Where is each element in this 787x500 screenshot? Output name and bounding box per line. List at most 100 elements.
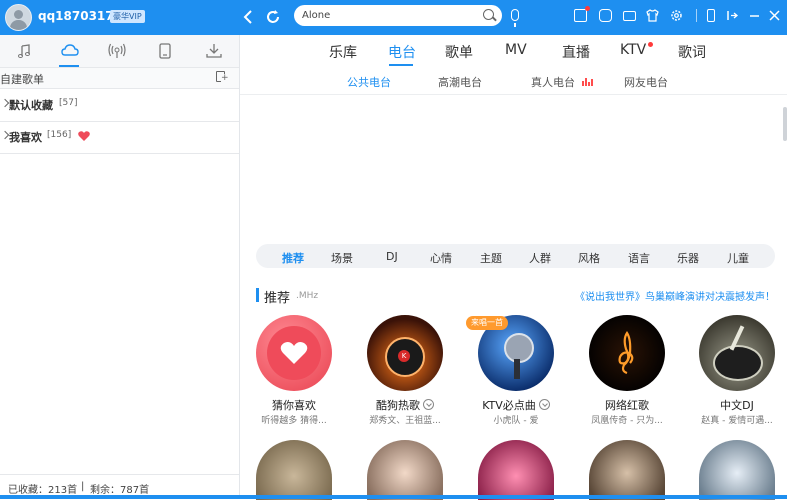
vip-badge[interactable]: 豪华VIP xyxy=(110,10,145,23)
user-avatar[interactable] xyxy=(5,4,32,31)
tab-device[interactable] xyxy=(141,35,189,67)
category-dj[interactable]: DJ xyxy=(386,250,398,263)
tab-radio[interactable] xyxy=(92,35,140,67)
tab-download[interactable] xyxy=(190,35,238,67)
category-kids[interactable]: 儿童 xyxy=(727,250,749,266)
card-title[interactable]: 猜你喜欢 xyxy=(240,397,348,413)
radio-card-web-hits[interactable]: 网络红歌 凤凰传奇 - 只为... xyxy=(577,315,667,427)
card-subtitle: 凤凰传奇 - 只为... xyxy=(591,416,663,426)
radio-card-chinese-dj[interactable]: 中文DJ 赵真 - 爱情可遇... xyxy=(687,315,777,427)
section-subtitle: .MHz xyxy=(296,291,319,301)
tab-live[interactable]: 直播 xyxy=(562,42,590,62)
card-cover[interactable] xyxy=(256,315,332,391)
card-subtitle: 小虎队 - 爱 xyxy=(493,416,539,426)
tab-radio-station[interactable]: 电台 xyxy=(388,42,416,62)
tab-ktv[interactable]: KTV xyxy=(620,42,646,58)
playlist-name: 我喜欢 xyxy=(9,131,42,144)
tab-playlists[interactable]: 歌单 xyxy=(445,42,473,62)
remaining-count: 剩余：787首 xyxy=(90,485,150,496)
promo-link[interactable]: 《说出我世界》鸟巢巅峰演讲对决震撼发声！ xyxy=(575,288,775,303)
treble-clef-icon xyxy=(618,331,634,375)
card-title[interactable]: 酷狗热歌 xyxy=(351,397,459,413)
titlebar-separator xyxy=(696,9,697,22)
radio-card-guess-you-like[interactable]: 猜你喜欢 听得越多 猜得... xyxy=(244,315,334,427)
tab-lyrics[interactable]: 歌词 xyxy=(678,42,706,62)
search-box[interactable] xyxy=(294,5,502,26)
apps-grid-icon[interactable] xyxy=(574,9,587,22)
subtab-public-radio[interactable]: 公共电台 xyxy=(347,74,391,90)
card-title[interactable]: 中文DJ xyxy=(683,397,787,413)
category-crowd[interactable]: 人群 xyxy=(529,250,551,266)
status-separator: | xyxy=(81,481,85,492)
category-language[interactable]: 语言 xyxy=(628,250,650,266)
window-bottom-edge xyxy=(0,495,787,499)
main-nav: 乐库 电台 歌单 MV 直播 KTV 歌词 xyxy=(240,35,787,67)
radio-card-cover-portrait[interactable] xyxy=(367,440,443,500)
settings-gear-icon[interactable] xyxy=(670,9,683,22)
radio-card-kugou-hot[interactable]: K 酷狗热歌 郑秀文、王祖蓝... xyxy=(355,315,445,427)
download-circle-icon[interactable] xyxy=(423,399,434,410)
subtab-user-radio[interactable]: 网友电台 xyxy=(624,74,668,90)
radio-subnav: 公共电台 高潮电台 真人电台 网友电台 xyxy=(240,68,787,95)
card-title[interactable]: 网络红歌 xyxy=(573,397,681,413)
category-scene[interactable]: 场景 xyxy=(331,250,353,266)
category-style[interactable]: 风格 xyxy=(578,250,600,266)
tab-music-note[interactable] xyxy=(0,35,48,67)
category-tabs: 推荐 场景 DJ 心情 主题 人群 风格 语言 乐器 儿童 xyxy=(256,244,775,268)
card-cover[interactable] xyxy=(699,315,775,391)
category-theme[interactable]: 主题 xyxy=(480,250,502,266)
card-subtitle: 听得越多 猜得... xyxy=(261,416,327,426)
category-instrument[interactable]: 乐器 xyxy=(677,250,699,266)
close-icon[interactable] xyxy=(768,9,781,22)
card-cover-art xyxy=(256,315,332,391)
radio-card-cover-dancers[interactable] xyxy=(478,440,554,500)
subtab-live-host-radio[interactable]: 真人电台 xyxy=(531,74,575,90)
expand-arrow-icon[interactable] xyxy=(0,130,10,140)
mini-mode-icon[interactable] xyxy=(707,9,715,22)
tab-cloud[interactable] xyxy=(45,35,93,67)
card-cover[interactable]: K xyxy=(367,315,443,391)
shirt-skin-icon[interactable] xyxy=(646,9,659,22)
playlist-name: 默认收藏 xyxy=(9,99,53,112)
playlist-header: 自建歌单 xyxy=(0,68,239,89)
download-circle-icon[interactable] xyxy=(538,399,550,410)
live-bars-icon xyxy=(582,78,594,86)
search-input[interactable] xyxy=(302,8,472,23)
card-cover-art xyxy=(589,315,665,391)
new-playlist-icon[interactable] xyxy=(216,71,229,83)
active-tab-underline xyxy=(389,64,413,66)
heart-icon xyxy=(78,131,90,141)
radio-card-cover-singer[interactable] xyxy=(589,440,665,500)
refresh-icon[interactable] xyxy=(263,7,283,27)
microphone-icon[interactable] xyxy=(511,9,519,27)
category-recommend[interactable]: 推荐 xyxy=(282,250,304,266)
card-cover-art xyxy=(699,315,775,391)
radio-card-cover-gramophone[interactable] xyxy=(256,440,332,500)
sing-along-badge: 来唱一首 xyxy=(466,316,508,330)
search-icon[interactable] xyxy=(483,9,494,20)
scrollbar-thumb[interactable] xyxy=(783,107,787,141)
expand-arrow-icon[interactable] xyxy=(0,98,10,108)
cloud-icon xyxy=(61,44,79,56)
radio-broadcast-icon xyxy=(108,43,126,58)
mail-icon[interactable] xyxy=(623,11,636,21)
playlist-item-default[interactable]: 默认收藏 [57] xyxy=(0,89,239,122)
radio-card-cover-kids[interactable] xyxy=(699,440,775,500)
apps-notification-dot xyxy=(585,6,590,11)
subtab-climax-radio[interactable]: 高潮电台 xyxy=(438,74,482,90)
radio-card-ktv-must[interactable]: 来唱一首 KTV必点曲 小虎队 - 爱 xyxy=(466,315,556,427)
card-title[interactable]: KTV必点曲 xyxy=(462,397,570,413)
collected-count: 已收藏：213首 xyxy=(8,485,78,496)
title-bar: qq1870317... 豪华VIP xyxy=(0,0,787,35)
category-mood[interactable]: 心情 xyxy=(430,250,452,266)
playlist-item-liked[interactable]: 我喜欢 [156] xyxy=(0,121,239,154)
sidebar-toggle-icon[interactable] xyxy=(726,9,739,22)
back-icon[interactable] xyxy=(239,7,259,27)
card-cover[interactable] xyxy=(589,315,665,391)
playlist-header-title: 自建歌单 xyxy=(0,73,44,86)
minimize-icon[interactable] xyxy=(748,9,761,22)
download-icon xyxy=(206,44,222,58)
tab-library[interactable]: 乐库 xyxy=(329,42,357,62)
gamepad-icon[interactable] xyxy=(599,9,612,22)
tab-mv[interactable]: MV xyxy=(505,42,527,58)
